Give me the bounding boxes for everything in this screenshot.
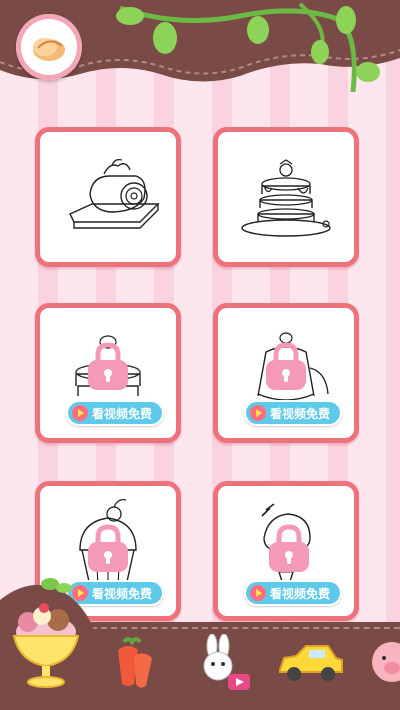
- unlock-label: 看视频免费: [270, 406, 331, 421]
- watch-video-unlock-button[interactable]: 看视频免费: [66, 400, 165, 426]
- play-icon: [250, 585, 266, 601]
- watch-video-unlock-button[interactable]: 看视频免费: [244, 580, 343, 606]
- bunny-video-icon[interactable]: [194, 634, 254, 692]
- back-button[interactable]: [16, 14, 82, 80]
- play-icon: [250, 405, 266, 421]
- card-ice-cream-locked[interactable]: 看视频免费: [213, 481, 359, 621]
- unlock-label: 看视频免费: [92, 406, 153, 421]
- swiss-roll-drawing: [69, 159, 160, 229]
- bread-icon: [33, 38, 65, 61]
- carrot-icon[interactable]: [108, 634, 160, 690]
- lock-icon: [266, 342, 306, 390]
- lock-icon: [269, 524, 309, 572]
- ice-cream-sundae-icon[interactable]: [6, 570, 88, 700]
- pancakes-drawing: [241, 159, 331, 237]
- card-pancakes-locked[interactable]: 看视频免费: [35, 303, 181, 443]
- pig-icon[interactable]: [368, 638, 400, 690]
- header-bar: [0, 0, 400, 101]
- car-icon[interactable]: [276, 640, 346, 686]
- card-pudding-locked[interactable]: 看视频免费: [213, 303, 359, 443]
- card-swiss-roll[interactable]: [35, 127, 181, 267]
- play-icon: [72, 405, 88, 421]
- lock-icon: [88, 342, 128, 390]
- unlock-label: 看视频免费: [92, 586, 153, 601]
- lock-icon: [88, 524, 128, 572]
- card-pancakes[interactable]: [213, 127, 359, 267]
- unlock-label: 看视频免费: [270, 586, 331, 601]
- watch-video-unlock-button[interactable]: 看视频免费: [244, 400, 343, 426]
